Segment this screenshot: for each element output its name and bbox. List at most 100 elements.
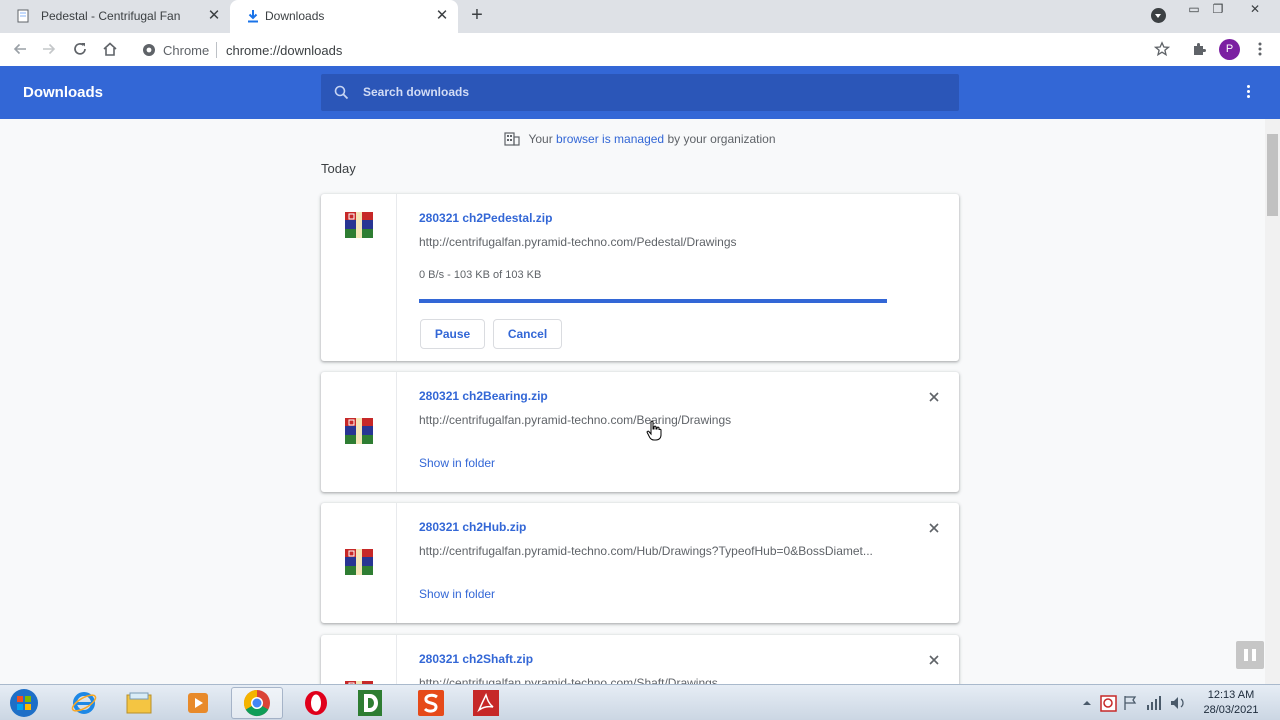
document-icon [17,9,29,23]
show-in-folder-link[interactable]: Show in folder [419,587,495,601]
profile-avatar[interactable]: P [1219,39,1240,60]
address-text[interactable]: chrome://downloads [226,43,342,58]
download-item: 280321 ch2Hub.zip http://centrifugalfan.… [321,503,959,623]
download-status: 0 B/s - 103 KB of 103 KB [419,269,542,281]
winrar-archive-icon [345,212,373,238]
tab-pedestal[interactable]: Pedestal - Centrifugal Fan ✕ [0,0,230,33]
omnibox[interactable]: Chrome chrome://downloads [132,36,1182,64]
tab-title: Downloads [265,9,325,23]
folder-icon [126,692,152,714]
recording-pause-icon[interactable] [1236,641,1264,669]
reload-button[interactable] [68,37,92,61]
back-arrow-icon [13,43,26,55]
forward-arrow-icon [43,43,56,55]
section-date: Today [321,161,356,176]
managed-link[interactable]: browser is managed [556,132,664,146]
taskbar-s-app[interactable] [405,687,457,719]
omnibox-separator [216,42,217,58]
s-letter-app-icon [418,690,444,716]
pause-button[interactable]: Pause [420,319,485,349]
download-item: 280321 ch2Shaft.zip http://centrifugalfa… [321,635,959,684]
vertical-scrollbar[interactable] [1265,119,1280,684]
file-name-link[interactable]: 280321 ch2Bearing.zip [419,389,548,403]
bookmark-button[interactable] [1150,37,1174,61]
managed-notice: Your browser is managed by your organiza… [0,132,1265,146]
page-title: Downloads [23,84,104,101]
winrar-archive-icon [345,418,373,444]
back-button[interactable] [8,37,32,61]
close-icon[interactable] [927,653,941,667]
hand-cursor-icon [646,420,662,441]
star-icon [1154,41,1170,57]
winrar-archive-icon [345,549,373,575]
taskbar-d-app[interactable] [344,687,396,719]
taskbar-media-player[interactable] [172,687,224,719]
downloads-header: Downloads [0,66,1280,119]
file-name-link[interactable]: 280321 ch2Shaft.zip [419,652,533,666]
more-actions-button[interactable] [1238,84,1258,102]
search-icon [334,85,349,100]
windows-start-icon[interactable] [6,687,42,719]
chrome-menu-button[interactable] [1248,37,1272,61]
file-name-link[interactable]: 280321 ch2Pedestal.zip [419,211,552,225]
browser-toolbar: Chrome chrome://downloads P [0,33,1280,66]
tab-title: Pedestal - Centrifugal Fan [41,9,181,23]
file-name-link[interactable]: 280321 ch2Hub.zip [419,520,526,534]
forward-button[interactable] [37,37,61,61]
clock-date: 28/03/2021 [1203,704,1259,716]
downloads-list-area: Your browser is managed by your organiza… [0,119,1265,684]
opera-icon [305,691,327,715]
scrollbar-thumb[interactable] [1267,134,1278,216]
managed-prefix: Your [528,132,553,146]
search-input[interactable] [363,83,943,101]
tab-downloads[interactable]: Downloads ✕ [230,0,458,33]
search-box[interactable] [321,74,959,111]
minimize-button[interactable]: ▭ [1183,0,1205,20]
media-player-icon [188,693,208,713]
system-tray-icons[interactable] [1079,691,1189,715]
close-tab-icon[interactable]: ✕ [206,8,222,24]
download-item: 280321 ch2Bearing.zip http://centrifugal… [321,372,959,492]
managed-suffix: by your organization [667,132,776,146]
home-icon [103,42,117,56]
file-icon-column [321,194,397,361]
internet-explorer-icon [71,692,97,714]
download-icon [248,10,258,23]
extensions-button[interactable] [1187,37,1211,61]
taskbar-opera[interactable] [290,687,342,719]
cancel-button[interactable]: Cancel [493,319,562,349]
taskbar-clock[interactable]: 12:13 AM 28/03/2021 [1196,688,1266,718]
taskbar-explorer[interactable] [113,687,165,719]
taskbar-acrobat[interactable] [460,687,512,719]
clock-time: 12:13 AM [1207,689,1255,701]
progress-fill [419,299,887,303]
acrobat-pdf-icon [473,690,499,716]
d-letter-app-icon [358,690,382,716]
download-item: 280321 ch2Pedestal.zip http://centrifuga… [321,194,959,361]
building-icon [504,132,521,146]
source-url[interactable]: http://centrifugalfan.pyramid-techno.com… [419,544,873,558]
home-button[interactable] [98,37,122,61]
source-url[interactable]: http://centrifugalfan.pyramid-techno.com… [419,676,718,684]
chrome-browser-icon [243,689,270,717]
file-icon-column [321,635,397,684]
close-icon[interactable] [927,521,941,535]
source-url[interactable]: http://centrifugalfan.pyramid-techno.com… [419,235,737,249]
close-window-button[interactable]: ✕ [1242,0,1268,20]
restore-button[interactable]: ❐ [1207,0,1229,20]
puzzle-icon [1194,43,1206,55]
close-icon[interactable] [927,390,941,404]
tab-strip: Pedestal - Centrifugal Fan ✕ Downloads ✕… [0,0,1280,33]
close-tab-icon[interactable]: ✕ [434,8,450,24]
omnibox-chip-label: Chrome [163,43,210,58]
vertical-dots-icon [1258,42,1262,56]
taskbar-chrome[interactable] [231,687,283,719]
taskbar-internet-explorer[interactable] [58,687,110,719]
windows-taskbar: 12:13 AM 28/03/2021 [0,684,1280,720]
reload-icon [74,43,86,55]
tab-search-icon[interactable] [1151,8,1166,23]
show-in-folder-link[interactable]: Show in folder [419,456,495,470]
progress-bar [419,299,887,303]
new-tab-button[interactable]: + [466,5,488,27]
source-url[interactable]: http://centrifugalfan.pyramid-techno.com… [419,413,731,427]
